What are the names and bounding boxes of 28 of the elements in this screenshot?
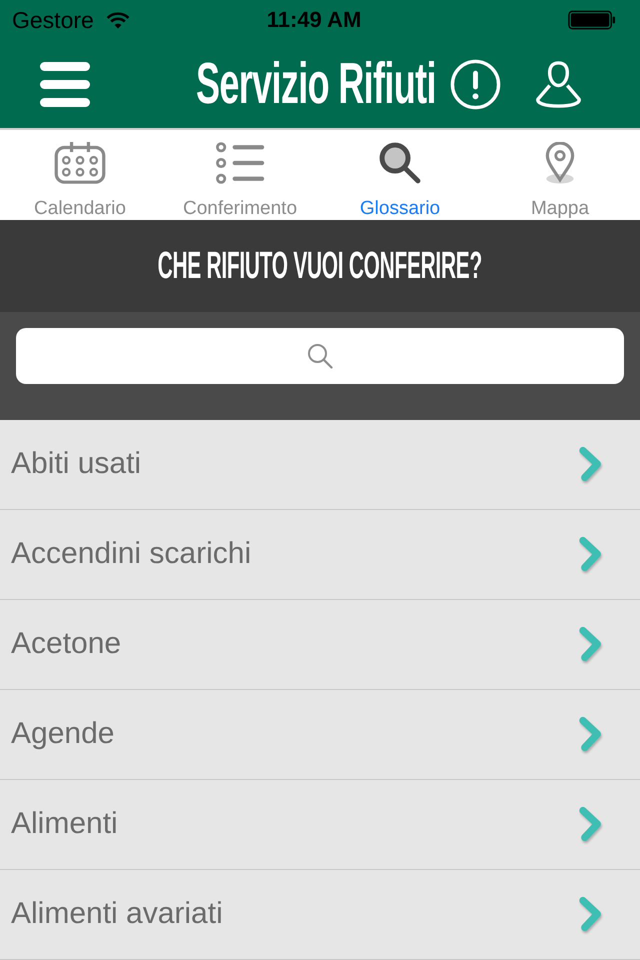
alert-button[interactable] <box>450 58 501 110</box>
chevron-right-icon <box>578 896 604 932</box>
item-label: Accendini scarichi <box>11 537 252 572</box>
exclamation-circle-icon <box>450 58 501 110</box>
banner-title: CHE RIFIUTO VUOI CONFERIRE? <box>158 247 482 286</box>
chevron-right-icon <box>578 716 604 752</box>
user-icon <box>535 60 582 108</box>
item-label: Abiti usati <box>11 447 142 482</box>
battery-icon <box>568 10 616 30</box>
menu-icon <box>40 60 90 108</box>
menu-button[interactable] <box>40 60 90 108</box>
wifi-icon <box>106 12 130 28</box>
clock-time: 11:49 AM <box>266 7 362 33</box>
item-label: Alimenti avariati <box>11 897 223 932</box>
search-field[interactable] <box>16 328 624 384</box>
chevron-right-icon <box>578 626 604 662</box>
profile-button[interactable] <box>535 60 582 108</box>
chevron-right-icon <box>578 806 604 842</box>
chevron-right-icon <box>578 536 604 572</box>
item-label: Acetone <box>11 627 122 662</box>
item-label: Agende <box>11 717 114 752</box>
app-title: Servizio Rifiuti <box>196 55 436 113</box>
search-icon <box>307 343 333 370</box>
item-label: Alimenti <box>11 807 118 842</box>
carrier-name: Gestore <box>12 6 94 34</box>
chevron-right-icon <box>578 446 604 482</box>
calendar-icon <box>54 142 106 184</box>
list-icon <box>214 142 266 184</box>
